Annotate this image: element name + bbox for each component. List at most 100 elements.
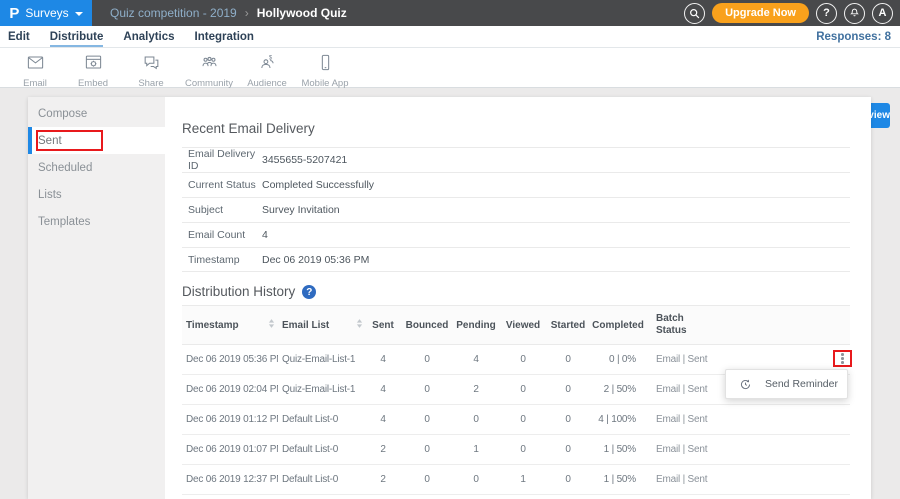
field-label: Email Count <box>182 229 262 241</box>
search-icon <box>689 8 700 19</box>
column-label: Batch Status <box>652 313 694 337</box>
sidebar-item-sent[interactable]: Sent <box>28 127 165 154</box>
nav-tab-distribute[interactable]: Distribute <box>50 27 104 47</box>
sidebar-item-compose[interactable]: Compose <box>28 100 165 127</box>
channel-email[interactable]: Email <box>6 48 64 89</box>
nav-tab-integration[interactable]: Integration <box>195 27 254 47</box>
survey-nav: Edit Distribute Analytics Integration Respo… <box>0 26 900 48</box>
cell-viewed: 0 <box>498 444 548 455</box>
field-label: Subject <box>182 204 262 216</box>
cell-pending: 0 <box>454 414 498 425</box>
send-reminder-menu-item[interactable]: Send Reminder <box>765 378 838 390</box>
field-value: Survey Invitation <box>262 204 340 216</box>
delivery-field-timestamp: TimestampDec 06 2019 05:36 PM <box>182 247 850 272</box>
cell-viewed: 1 <box>498 474 548 485</box>
nav-tabs: Edit Distribute Analytics Integration <box>0 26 254 47</box>
help-button[interactable]: ? <box>816 3 837 24</box>
column-header-email-list[interactable]: Email List <box>278 318 366 332</box>
surveys-menu-label: Surveys <box>25 6 68 20</box>
delivery-field-current-status: Current StatusCompleted Successfully <box>182 172 850 197</box>
field-value: 4 <box>262 229 268 241</box>
column-header-viewed: Viewed <box>498 320 548 331</box>
cell-sent: 2 <box>366 474 400 485</box>
notifications-button[interactable] <box>844 3 865 24</box>
avatar-letter: A <box>879 7 887 19</box>
cell-timestamp: Dec 06 2019 01:12 PM <box>182 414 278 425</box>
cell-sent: 2 <box>366 444 400 455</box>
channel-audience[interactable]: $Audience <box>238 48 296 89</box>
help-icon[interactable]: ? <box>302 285 316 299</box>
sidebar-item-label: Lists <box>38 189 62 201</box>
column-header-batch-status: Batch Status <box>648 313 850 337</box>
sidebar-item-templates[interactable]: Templates <box>28 208 165 235</box>
cell-batch-status: Email | Sent <box>648 354 850 365</box>
breadcrumb-separator-icon: › <box>245 6 249 20</box>
upgrade-now-button[interactable]: Upgrade Now <box>712 3 809 23</box>
cell-viewed: 0 <box>498 384 548 395</box>
cell-pending: 1 <box>454 444 498 455</box>
sidebar-item-lists[interactable]: Lists <box>28 181 165 208</box>
field-value: 3455655-5207421 <box>262 154 347 166</box>
mobileapp-icon <box>316 53 335 77</box>
cell-bounced: 0 <box>400 474 454 485</box>
column-label: Sent <box>372 320 394 331</box>
cell-timestamp: Dec 06 2019 12:37 PM <box>182 474 278 485</box>
sort-icon <box>356 318 363 329</box>
cell-bounced: 0 <box>400 354 454 365</box>
cell-email-list: Default List-0 <box>278 474 366 485</box>
distribution-history-table: TimestampEmail ListSentBouncedPendingVie… <box>182 305 850 495</box>
column-label: Timestamp <box>186 320 239 331</box>
svg-text:$: $ <box>268 55 272 61</box>
cell-started: 0 <box>548 444 588 455</box>
bell-icon <box>849 7 860 19</box>
content-panel: ComposeSentScheduledListsTemplates Recen… <box>28 97 871 499</box>
column-label: Viewed <box>506 320 540 331</box>
account-avatar[interactable]: A <box>872 3 893 24</box>
channel-label: Email <box>23 78 47 89</box>
row-menu-kebab-icon[interactable] <box>833 350 852 367</box>
column-header-pending: Pending <box>454 320 498 331</box>
history-row-3: Dec 06 2019 01:07 PMDefault List-0201001… <box>182 435 850 465</box>
nav-tab-edit[interactable]: Edit <box>8 27 30 47</box>
field-value: Completed Successfully <box>262 179 374 191</box>
distribute-toolbar: Email Embed Share Community$Audience Mobile … <box>0 48 900 88</box>
cell-bounced: 0 <box>400 414 454 425</box>
surveys-menu[interactable]: P Surveys <box>0 0 92 26</box>
nav-tab-analytics[interactable]: Analytics <box>123 27 174 47</box>
channel-label: Mobile App <box>301 78 348 89</box>
channel-label: Share <box>138 78 163 89</box>
chevron-down-icon <box>75 12 83 16</box>
responses-count-link[interactable]: Responses: 8 <box>816 31 900 43</box>
breadcrumb: Quiz competition - 2019 › Hollywood Quiz <box>110 6 347 20</box>
channel-mobile-app[interactable]: Mobile App <box>296 48 354 89</box>
cell-bounced: 0 <box>400 384 454 395</box>
recent-delivery-details: Email Delivery ID3455655-5207421Current … <box>182 147 850 272</box>
column-header-timestamp[interactable]: Timestamp <box>182 318 278 332</box>
cell-viewed: 0 <box>498 354 548 365</box>
audience-icon: $ <box>258 53 277 77</box>
cell-batch-status: Email | Sent <box>648 414 850 425</box>
cell-completed: 0 | 0% <box>588 354 648 365</box>
cell-started: 0 <box>548 414 588 425</box>
cell-sent: 4 <box>366 354 400 365</box>
question-mark-icon: ? <box>823 7 830 19</box>
share-icon <box>142 53 161 77</box>
cell-sent: 4 <box>366 414 400 425</box>
delivery-field-subject: SubjectSurvey Invitation <box>182 197 850 222</box>
column-header-completed: Completed <box>588 320 648 331</box>
sidebar-item-scheduled[interactable]: Scheduled <box>28 154 165 181</box>
search-button[interactable] <box>684 3 705 24</box>
channel-embed[interactable]: Embed <box>64 48 122 89</box>
field-label: Current Status <box>182 179 262 191</box>
breadcrumb-folder[interactable]: Quiz competition - 2019 <box>110 6 237 20</box>
cell-pending: 4 <box>454 354 498 365</box>
channel-share[interactable]: Share <box>122 48 180 89</box>
distribution-history-title: Distribution History <box>182 282 295 302</box>
cell-started: 0 <box>548 384 588 395</box>
history-row-2: Dec 06 2019 01:12 PMDefault List-0400004… <box>182 405 850 435</box>
email-icon <box>26 53 45 77</box>
column-label: Email List <box>282 320 329 331</box>
delivery-field-email-delivery-id: Email Delivery ID3455655-5207421 <box>182 147 850 172</box>
cell-started: 0 <box>548 354 588 365</box>
channel-community[interactable]: Community <box>180 48 238 89</box>
